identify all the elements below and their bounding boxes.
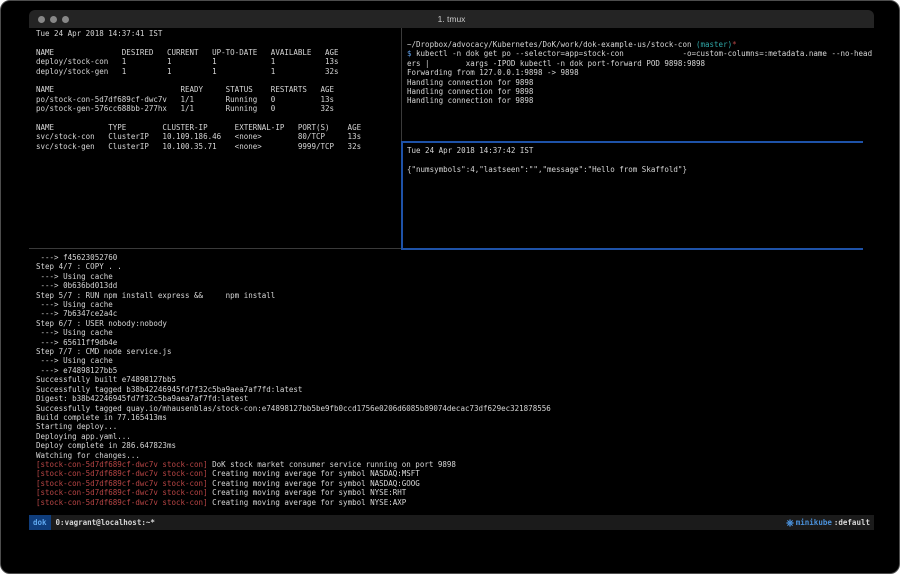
screenshot-frame: 1. tmux Tue 24 Apr 2018 14:37:41 IST NAM…	[0, 0, 900, 574]
kube-context: minikube	[796, 518, 832, 527]
kubectl-watch-output: Tue 24 Apr 2018 14:37:41 IST NAME DESIRE…	[36, 29, 361, 151]
pane-service-response[interactable]: Tue 24 Apr 2018 14:37:42 IST {"numsymbol…	[407, 146, 687, 174]
traffic-lights	[29, 16, 69, 23]
close-button-icon[interactable]	[38, 16, 45, 23]
minimize-button-icon[interactable]	[50, 16, 57, 23]
active-pane-border-left[interactable]	[401, 141, 403, 250]
window-label[interactable]: 0:vagrant@localhost:~*	[56, 518, 155, 527]
pane-skaffold-build[interactable]: ---> f45623052760 Step 4/7 : COPY . . --…	[36, 253, 551, 507]
status-right-group: minikube:default	[786, 518, 874, 527]
pane-port-forward[interactable]: ~/Dropbox/advocacy/Kubernetes/DoK/work/d…	[407, 40, 872, 106]
window-titlebar: 1. tmux	[29, 10, 874, 28]
port-forward-output: ~/Dropbox/advocacy/Kubernetes/DoK/work/d…	[407, 40, 872, 106]
session-name-badge[interactable]: dok	[29, 515, 51, 530]
kubernetes-icon	[786, 519, 794, 527]
active-pane-border-top[interactable]	[403, 141, 863, 143]
window-title: 1. tmux	[29, 14, 874, 24]
zoom-button-icon[interactable]	[62, 16, 69, 23]
kube-namespace: :default	[834, 518, 870, 527]
pane-divider-horizontal-left[interactable]	[29, 248, 402, 249]
service-response-output: Tue 24 Apr 2018 14:37:42 IST {"numsymbol…	[407, 146, 687, 174]
active-pane-border-bottom[interactable]	[403, 248, 863, 250]
skaffold-build-output: ---> f45623052760 Step 4/7 : COPY . . --…	[36, 253, 551, 507]
pane-kubectl-watch[interactable]: Tue 24 Apr 2018 14:37:41 IST NAME DESIRE…	[36, 29, 361, 151]
tmux-status-bar: dok 0:vagrant@localhost:~* minikube:defa…	[29, 515, 874, 530]
